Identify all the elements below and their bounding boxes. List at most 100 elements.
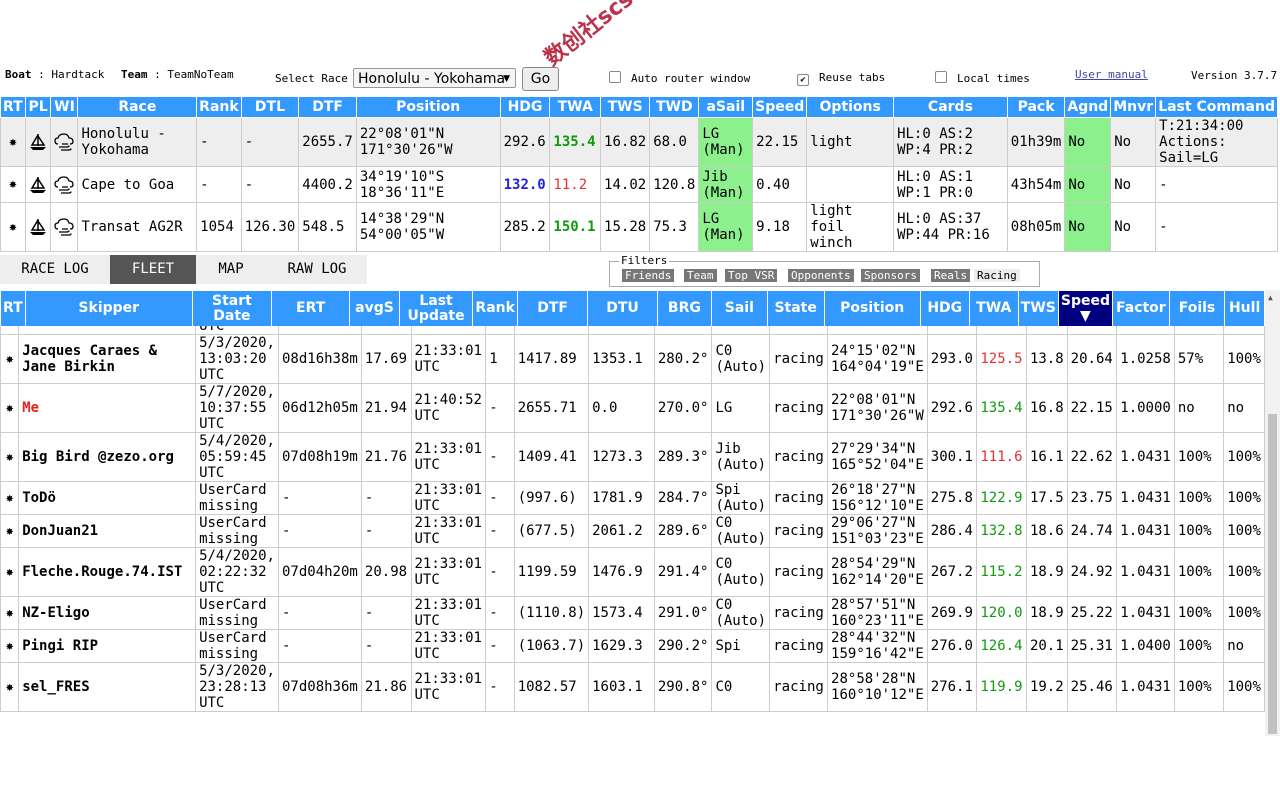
race-pl-cell[interactable] <box>24 117 52 167</box>
fleet-rt-cell[interactable]: ✸ <box>0 662 20 712</box>
fleet-header-skipper[interactable]: Skipper <box>24 290 193 327</box>
fleet-row[interactable]: ✸Nieregutowiec_Zegluj07:12:29 UTC07d01h2… <box>0 326 1265 335</box>
race-header-wi[interactable]: WI <box>50 96 79 118</box>
race-header-mnvr[interactable]: Mnvr <box>1110 96 1157 118</box>
star-icon[interactable]: ✸ <box>6 606 14 621</box>
race-wi-cell[interactable] <box>50 202 79 252</box>
wind-icon[interactable] <box>53 133 75 151</box>
fleet-row[interactable]: ✸ NZ-Eligo UserCard missing - -21:33:01 UTC -… <box>0 596 1265 630</box>
wind-icon[interactable] <box>53 218 75 236</box>
race-header-dtl[interactable]: DTL <box>240 96 300 118</box>
race-rt-cell[interactable]: ✸ <box>0 117 26 167</box>
fleet-row[interactable]: ✸ Me 5/7/2020, 10:37:55 UTC 06d12h05m 21.94 2… <box>0 383 1265 433</box>
filter-sponsors[interactable]: Sponsors <box>861 269 920 282</box>
star-icon[interactable]: ✸ <box>9 220 17 235</box>
star-icon[interactable]: ✸ <box>6 639 14 654</box>
filter-friends[interactable]: Friends <box>622 269 675 282</box>
race-rt-cell[interactable]: ✸ <box>0 202 26 252</box>
fleet-header-sail[interactable]: Sail <box>711 290 768 327</box>
user-manual-link[interactable]: User manual <box>1075 68 1148 81</box>
fleet-header-hdg[interactable]: HDG <box>919 290 970 327</box>
star-icon[interactable]: ✸ <box>6 491 14 506</box>
go-button[interactable]: Go <box>522 67 559 91</box>
race-row[interactable]: ✸ Transat AG2R 1054 126.30 548.5 14°38'29"N 5… <box>0 202 1278 252</box>
race-header-asail[interactable]: aSail <box>698 96 754 118</box>
auto-router-checkbox[interactable] <box>609 71 621 83</box>
race-header-options[interactable]: Options <box>806 96 895 118</box>
fleet-header-speed[interactable]: Speed ▼ <box>1057 290 1113 327</box>
race-header-pack[interactable]: Pack <box>1006 96 1066 118</box>
fleet-header-last-update[interactable]: Last Update <box>398 290 474 327</box>
tab-fleet[interactable]: FLEET <box>110 255 196 284</box>
star-icon[interactable]: ✸ <box>6 680 14 695</box>
fleet-rt-cell[interactable]: ✸ <box>0 481 20 515</box>
filter-team[interactable]: Team <box>684 269 717 282</box>
fleet-rt-cell[interactable]: ✸ <box>0 432 20 482</box>
boat-icon[interactable] <box>28 176 48 193</box>
filter-top-vsr[interactable]: Top VSR <box>725 269 778 282</box>
race-pl-cell[interactable] <box>24 202 52 252</box>
fleet-header-rank[interactable]: Rank <box>472 290 518 327</box>
fleet-header-avgs[interactable]: avgS <box>349 290 400 327</box>
fleet-header-hull[interactable]: Hull <box>1224 290 1265 327</box>
fleet-header-start-date[interactable]: Start Date <box>191 290 273 327</box>
race-header-hdg[interactable]: HDG <box>499 96 551 118</box>
race-select[interactable]: Honolulu - Yokohama ▼ <box>353 68 516 88</box>
fleet-row[interactable]: ✸ Big Bird @zezo.org 5/4/2020, 05:59:45 UT… <box>0 432 1265 482</box>
fleet-rt-cell[interactable]: ✸ <box>0 383 20 433</box>
star-icon[interactable]: ✸ <box>6 450 14 465</box>
scroll-up-icon[interactable]: ▲ <box>1268 293 1273 302</box>
star-icon[interactable]: ✸ <box>9 135 17 150</box>
filter-opponents[interactable]: Opponents <box>788 269 854 282</box>
fleet-header-dtf[interactable]: DTF <box>516 290 589 327</box>
fleet-header-twa[interactable]: TWA <box>968 290 1019 327</box>
star-icon[interactable]: ✸ <box>9 177 17 192</box>
fleet-row[interactable]: ✸ Fleche.Rouge.74.IST 5/4/2020, 02:22:32 U… <box>0 547 1265 597</box>
local-times-checkbox[interactable] <box>935 71 947 83</box>
fleet-scrollbar[interactable]: ▲ <box>1265 290 1280 736</box>
fleet-row[interactable]: ✸ Pingi RIP UserCard missing - -21:33:01 UTC… <box>0 629 1265 663</box>
star-icon[interactable]: ✸ <box>6 524 14 539</box>
race-header-last-command[interactable]: Last Command <box>1155 96 1278 118</box>
fleet-header-state[interactable]: State <box>766 290 825 327</box>
fleet-rt-cell[interactable]: ✸ <box>0 547 20 597</box>
fleet-row[interactable]: ✸ sel_FRES 5/3/2020, 23:28:13 UTC 07d08h36m… <box>0 662 1265 712</box>
race-row[interactable]: ✸ Honolulu - Yokohama - -2655.7 22°08'01"N 1… <box>0 117 1278 167</box>
fleet-rt-cell[interactable]: ✸ <box>0 514 20 548</box>
fleet-header-ert[interactable]: ERT <box>271 290 351 327</box>
star-icon[interactable]: ✸ <box>6 352 14 367</box>
reuse-tabs-checkbox[interactable]: ✔ <box>797 74 809 86</box>
fleet-header-dtu[interactable]: DTU <box>587 290 658 327</box>
race-header-pl[interactable]: PL <box>24 96 52 118</box>
star-icon[interactable]: ✸ <box>6 565 14 580</box>
race-header-race[interactable]: Race <box>77 96 198 118</box>
tab-raw-log[interactable]: RAW LOG <box>276 255 358 284</box>
fleet-rt-cell[interactable]: ✸ <box>0 629 20 663</box>
star-icon[interactable]: ✸ <box>6 401 14 416</box>
race-row[interactable]: ✸ Cape to Goa - -4400.2 34°19'10"S 18°36'11"… <box>0 166 1278 203</box>
race-header-cards[interactable]: Cards <box>893 96 1008 118</box>
fleet-row[interactable]: ✸ ToDö UserCard missing - -21:33:01 UTC - (997… <box>0 481 1265 515</box>
race-wi-cell[interactable] <box>50 166 79 203</box>
race-header-tws[interactable]: TWS <box>600 96 651 118</box>
race-header-twa[interactable]: TWA <box>549 96 602 118</box>
race-pl-cell[interactable] <box>24 166 52 203</box>
fleet-row[interactable]: ✸ Jacques Caraes & Jane Birkin 5/3/2020, 1… <box>0 334 1265 384</box>
fleet-header-rt[interactable]: RT <box>0 290 26 327</box>
scroll-thumb[interactable] <box>1268 414 1277 734</box>
race-header-agnd[interactable]: Agnd <box>1064 96 1112 118</box>
race-header-rt[interactable]: RT <box>0 96 26 118</box>
fleet-header-foils[interactable]: Foils <box>1168 290 1226 327</box>
boat-icon[interactable] <box>28 134 48 150</box>
boat-icon[interactable] <box>28 219 48 235</box>
fleet-row[interactable]: ✸ DonJuan21 UserCard missing - -21:33:01 UTC… <box>0 514 1265 548</box>
tab-map[interactable]: MAP <box>206 255 256 284</box>
race-wi-cell[interactable] <box>50 117 79 167</box>
fleet-header-brg[interactable]: BRG <box>656 290 713 327</box>
filter-racing[interactable]: Racing <box>974 269 1020 282</box>
fleet-rt-cell[interactable]: ✸ <box>0 596 20 630</box>
fleet-table-body[interactable]: ✸Nieregutowiec_Zegluj07:12:29 UTC07d01h2… <box>0 326 1265 736</box>
fleet-header-tws[interactable]: TWS <box>1017 290 1059 327</box>
wind-icon[interactable] <box>53 175 75 194</box>
fleet-rt-cell[interactable]: ✸ <box>0 326 20 335</box>
